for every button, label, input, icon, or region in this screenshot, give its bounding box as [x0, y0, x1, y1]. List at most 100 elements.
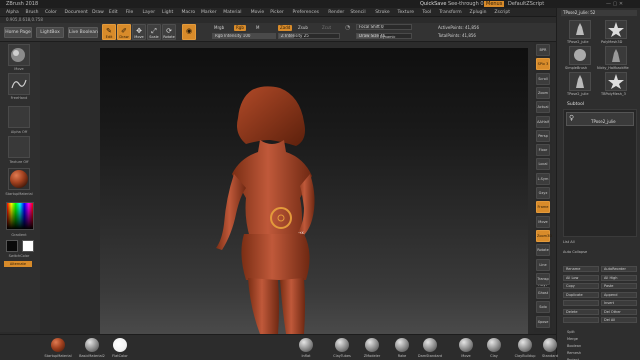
- subtool-copy-button[interactable]: Copy: [563, 283, 599, 289]
- menu-movie[interactable]: Movie: [251, 10, 264, 15]
- bottom-rake-icon[interactable]: [395, 338, 409, 352]
- see-through-slider[interactable]: See-through 0: [448, 1, 484, 7]
- shelf-floor-button[interactable]: Floor: [536, 144, 550, 157]
- dynamic-toggle[interactable]: Dynamic: [380, 34, 395, 40]
- menu-edit[interactable]: Edit: [109, 10, 118, 15]
- menus-toggle[interactable]: Menus: [484, 1, 505, 7]
- bottom-inflat-icon[interactable]: [299, 338, 313, 352]
- canvas-viewport[interactable]: →x: [100, 48, 528, 334]
- subtool-paste-button[interactable]: Paste: [601, 283, 637, 289]
- shelf-persp-button[interactable]: Persp: [536, 129, 550, 142]
- menu-file[interactable]: File: [126, 10, 134, 15]
- shelf-frame-button[interactable]: Frame: [536, 201, 550, 214]
- draw-button[interactable]: ✐ Draw: [117, 24, 131, 40]
- secondary-color-swatch[interactable]: [22, 240, 34, 252]
- zcut-button[interactable]: Zcut: [322, 25, 331, 31]
- shelf-zoom-button[interactable]: Zoom: [536, 86, 550, 99]
- bottom-basicmaterial2-icon[interactable]: [85, 338, 99, 352]
- material-thumbnail[interactable]: [8, 168, 30, 190]
- menu-texture[interactable]: Texture: [398, 10, 414, 15]
- bottom-startupmaterial-icon[interactable]: [51, 338, 65, 352]
- menu-zplugin[interactable]: Zplugin: [470, 10, 487, 15]
- menu-tool[interactable]: Tool: [422, 10, 431, 15]
- alpha-thumbnail[interactable]: [8, 106, 30, 128]
- tool-name-field[interactable]: TPose2_julie: 52: [561, 10, 637, 16]
- bottom-damstandard-icon[interactable]: [423, 338, 437, 352]
- shelf-gxyz-button[interactable]: Gxyz: [536, 187, 550, 199]
- menu-marker[interactable]: Marker: [201, 10, 217, 15]
- zsub-button[interactable]: Zsub: [298, 25, 308, 31]
- shelf-local-button[interactable]: Local: [536, 158, 550, 171]
- shelf-spix-3-button[interactable]: SPix 3: [536, 58, 550, 71]
- bottom-zmodeler-icon[interactable]: [365, 338, 379, 352]
- rgb-button[interactable]: Rgb: [234, 25, 246, 31]
- move-button[interactable]: ✥ Move: [132, 24, 146, 40]
- menu-transform[interactable]: Transform: [439, 10, 461, 15]
- subtool-autoreorder-button[interactable]: AutoReorder: [601, 266, 637, 272]
- tool-slot-4[interactable]: [605, 46, 627, 65]
- tray-split-section[interactable]: Split: [567, 330, 575, 334]
- lightbox-button[interactable]: LightBox: [36, 27, 64, 38]
- shelf-scroll-button[interactable]: Scroll: [536, 72, 550, 85]
- menu-draw[interactable]: Draw: [92, 10, 104, 15]
- shelf-line-fill-polyf-button[interactable]: Line Fill PolyF: [536, 258, 550, 287]
- shelf-xpose-button[interactable]: Xpose: [536, 315, 550, 328]
- subtool-all-high-button[interactable]: All High: [601, 274, 637, 281]
- shelf-zoom3d-button[interactable]: Zoom3D: [536, 229, 552, 242]
- menu-document[interactable]: Document: [65, 10, 88, 15]
- menu-macro[interactable]: Macro: [182, 10, 196, 15]
- menu-material[interactable]: Material: [223, 10, 241, 15]
- subtool-append-button[interactable]: Append: [601, 291, 637, 298]
- texture-thumbnail[interactable]: [8, 136, 30, 158]
- main-color-swatch[interactable]: [6, 240, 18, 252]
- subtool-del-other-button[interactable]: Del Other: [601, 308, 637, 315]
- shelf-rotate-button[interactable]: Rotate: [536, 244, 550, 257]
- focal-shift-slider[interactable]: Focal Shift 0: [356, 24, 412, 30]
- sphere-brush-toggle[interactable]: ◉: [182, 24, 196, 40]
- subtool-duplicate-button[interactable]: Duplicate: [563, 291, 599, 298]
- rotate-button[interactable]: ⟳ Rotate: [162, 24, 176, 40]
- bottom-claytubes-icon[interactable]: [335, 338, 349, 352]
- tool-slot-1[interactable]: [569, 20, 591, 39]
- menu-alpha[interactable]: Alpha: [6, 10, 19, 15]
- menu-preferences[interactable]: Preferences: [293, 10, 319, 15]
- shelf-ghost-button[interactable]: Ghost: [536, 287, 550, 300]
- bottom-clay-icon[interactable]: [487, 338, 501, 352]
- window-controls-icon[interactable]: — ▢ ✕: [606, 1, 623, 7]
- shelf-move-button[interactable]: Move: [536, 215, 550, 228]
- stroke-thumbnail[interactable]: [8, 73, 30, 95]
- quicksave-button[interactable]: QuickSave: [420, 1, 446, 7]
- menu-brush[interactable]: Brush: [26, 10, 39, 15]
- edit-button[interactable]: ✎ Edit: [102, 24, 116, 40]
- tray-boolean-section[interactable]: Boolean: [567, 344, 581, 348]
- color-picker[interactable]: [6, 202, 34, 230]
- menu-layer[interactable]: Layer: [143, 10, 156, 15]
- mrgb-button[interactable]: Mrgb: [214, 25, 224, 31]
- tool-slot-5[interactable]: [569, 72, 591, 91]
- brush-thumbnail[interactable]: [8, 44, 30, 66]
- shelf-transp-button[interactable]: Transp: [536, 272, 550, 285]
- bottom-flatcolor-icon[interactable]: [113, 338, 127, 352]
- alternate-button[interactable]: Alternate: [4, 261, 32, 267]
- shelf-bpr-button[interactable]: BPR: [536, 44, 550, 56]
- subtool-insert-button[interactable]: Insert: [601, 300, 637, 306]
- tool-slot-6[interactable]: [605, 72, 627, 91]
- bottom-claybuildup-icon[interactable]: [518, 338, 532, 352]
- menu-picker[interactable]: Picker: [270, 10, 283, 15]
- subtool-del-all-button[interactable]: Del All: [601, 317, 637, 323]
- shelf-solo-button[interactable]: Solo: [536, 301, 550, 314]
- subtool-item-active[interactable]: ♀ TPose2_julie: [566, 112, 634, 126]
- shelf-aahalf-button[interactable]: AAHalf: [536, 115, 550, 128]
- shelf-actual-button[interactable]: Actual: [536, 101, 550, 114]
- home-page-button[interactable]: Home Page: [4, 27, 32, 38]
- menu-light[interactable]: Light: [162, 10, 173, 15]
- menu-stroke[interactable]: Stroke: [375, 10, 389, 15]
- subtool-header[interactable]: Subtool: [567, 102, 584, 107]
- auto-collapse-toggle[interactable]: Auto Collapse: [563, 250, 587, 254]
- tool-slot-2[interactable]: [605, 20, 627, 39]
- lock-icon[interactable]: ◔: [345, 25, 350, 31]
- subtool-rename-button[interactable]: Rename: [563, 266, 599, 272]
- bottom-move-icon[interactable]: [459, 338, 473, 352]
- rgb-intensity-slider[interactable]: Rgb Intensity 100: [212, 33, 276, 39]
- live-boolean-button[interactable]: Live Boolean: [68, 27, 98, 38]
